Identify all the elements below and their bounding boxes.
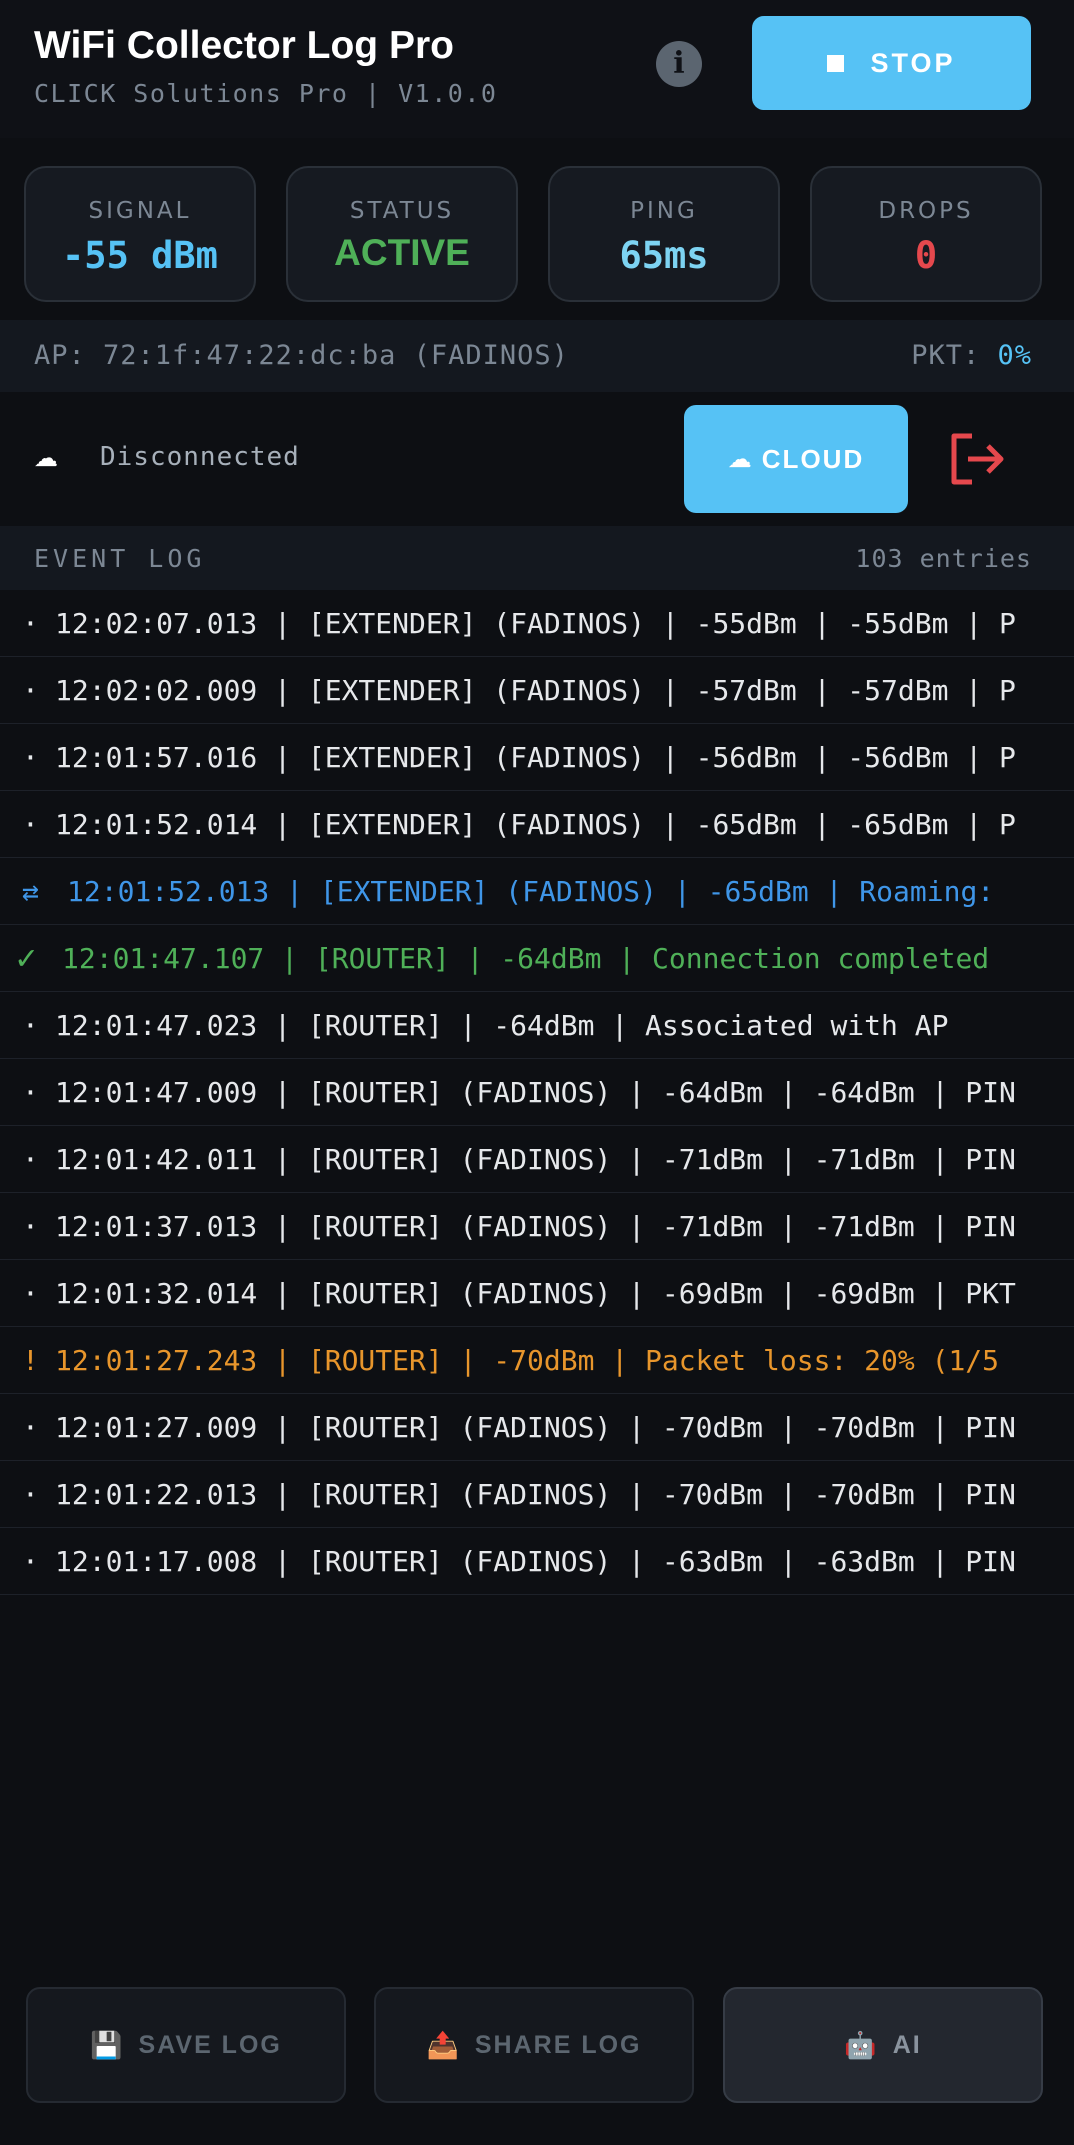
log-entry-marker: · <box>22 1143 39 1176</box>
ap-info-bar: AP: 72:1f:47:22:dc:ba (FADINOS) PKT: 0% <box>0 320 1074 392</box>
pkt-label: PKT: <box>911 340 981 371</box>
log-entry-marker: · <box>22 1076 39 1109</box>
log-entry: · 12:01:17.008 | [ROUTER] (FADINOS) | -63… <box>0 1528 1074 1595</box>
share-log-label: SHARE LOG <box>474 2030 642 2059</box>
share-log-button[interactable]: 📤 SHARE LOG <box>374 1987 694 2103</box>
save-log-label: SAVE LOG <box>138 2030 282 2059</box>
app-subtitle: CLICK Solutions Pro | V1.0.0 <box>34 79 498 108</box>
stats-panel: SIGNAL -55 dBm STATUS ACTIVE PING 65ms D… <box>0 138 1074 320</box>
log-entry-text: 12:01:42.011 | [ROUTER] (FADINOS) | -71d… <box>55 1143 1016 1176</box>
stop-icon <box>827 54 845 72</box>
log-entry-marker: · <box>22 674 39 707</box>
cloud-status: Disconnected <box>100 442 300 472</box>
log-entry: · 12:01:57.016 | [EXTENDER] (FADINOS) | -… <box>0 724 1074 791</box>
save-log-button[interactable]: 💾 SAVE LOG <box>26 1987 346 2103</box>
log-entry-marker: · <box>22 1277 39 1310</box>
signal-card: SIGNAL -55 dBm <box>24 166 256 302</box>
cloud-button-label: CLOUD <box>761 443 865 474</box>
log-entry-text: 12:01:17.008 | [ROUTER] (FADINOS) | -63d… <box>55 1545 1016 1578</box>
log-entry: ✓ 12:01:47.107 | [ROUTER] | -64dBm | Conn… <box>0 925 1074 992</box>
event-log-count: 103 entries <box>855 544 1032 573</box>
signal-label: SIGNAL <box>88 198 192 224</box>
signal-value: -55 dBm <box>62 234 218 277</box>
event-log-header: EVENT LOG 103 entries <box>0 526 1074 590</box>
event-log-title: EVENT LOG <box>34 544 206 573</box>
status-label: STATUS <box>349 198 455 224</box>
info-icon[interactable]: i <box>656 41 702 87</box>
log-entry-text: 12:01:27.009 | [ROUTER] (FADINOS) | -70d… <box>55 1411 1016 1444</box>
log-entry-marker: · <box>22 741 39 774</box>
floppy-disk-icon: 💾 <box>90 2029 125 2060</box>
log-entry-text: 12:01:57.016 | [EXTENDER] (FADINOS) | -5… <box>55 741 1016 774</box>
log-entry: · 12:02:07.013 | [EXTENDER] (FADINOS) | -… <box>0 590 1074 657</box>
bottom-action-bar: 💾 SAVE LOG 📤 SHARE LOG 🤖 AI <box>0 1960 1074 2145</box>
log-entry-text: 12:01:47.023 | [ROUTER] | -64dBm | Assoc… <box>55 1009 949 1042</box>
app-header: WiFi Collector Log Pro CLICK Solutions P… <box>0 0 1074 138</box>
cloud-button-icon: ☁ <box>727 445 754 473</box>
ap-address: AP: 72:1f:47:22:dc:ba (FADINOS) <box>34 340 569 371</box>
stop-button[interactable]: STOP <box>752 16 1031 110</box>
ping-label: PING <box>630 198 698 224</box>
app-title: WiFi Collector Log Pro <box>34 24 454 67</box>
log-entry-marker: · <box>22 808 39 841</box>
log-entry: · 12:01:22.013 | [ROUTER] (FADINOS) | -70… <box>0 1461 1074 1528</box>
log-entry-text: 12:02:07.013 | [EXTENDER] (FADINOS) | -5… <box>55 607 1016 640</box>
log-entry: ⇄ 12:01:52.013 | [EXTENDER] (FADINOS) | -… <box>0 858 1074 925</box>
log-entry: · 12:01:52.014 | [EXTENDER] (FADINOS) | -… <box>0 791 1074 858</box>
log-entry-text: 12:01:47.107 | [ROUTER] | -64dBm | Conne… <box>62 942 990 975</box>
log-entry-text: 12:01:37.013 | [ROUTER] (FADINOS) | -71d… <box>55 1210 1016 1243</box>
log-entry: ! 12:01:27.243 | [ROUTER] | -70dBm | Pack… <box>0 1327 1074 1394</box>
log-entry-text: 12:01:22.013 | [ROUTER] (FADINOS) | -70d… <box>55 1478 1016 1511</box>
log-entry: · 12:01:37.013 | [ROUTER] (FADINOS) | -71… <box>0 1193 1074 1260</box>
log-entry-marker: · <box>22 1411 39 1444</box>
cloud-button[interactable]: ☁ CLOUD <box>684 405 908 513</box>
stop-button-label: STOP <box>870 47 956 78</box>
drops-card: DROPS 0 <box>810 166 1042 302</box>
log-entry-marker: · <box>22 1210 39 1243</box>
status-card: STATUS ACTIVE <box>286 166 518 302</box>
log-entry-text: 12:01:32.014 | [ROUTER] (FADINOS) | -69d… <box>55 1277 1016 1310</box>
drops-value: 0 <box>914 234 938 277</box>
ping-card: PING 65ms <box>548 166 780 302</box>
log-entry-marker: · <box>22 1545 39 1578</box>
log-entry: · 12:01:47.009 | [ROUTER] (FADINOS) | -64… <box>0 1059 1074 1126</box>
log-entry-text: 12:01:52.013 | [EXTENDER] (FADINOS) | -6… <box>67 875 995 908</box>
log-entry: · 12:01:27.009 | [ROUTER] (FADINOS) | -70… <box>0 1394 1074 1461</box>
log-entry-marker: ✓ <box>16 938 37 978</box>
log-entry-marker: ⇄ <box>22 875 39 908</box>
log-entry-text: 12:02:02.009 | [EXTENDER] (FADINOS) | -5… <box>55 674 1016 707</box>
log-entry: · 12:01:42.011 | [ROUTER] (FADINOS) | -71… <box>0 1126 1074 1193</box>
status-value: ACTIVE <box>334 232 470 273</box>
event-log-list[interactable]: · 12:02:07.013 | [EXTENDER] (FADINOS) | -… <box>0 590 1074 1600</box>
log-entry-marker: · <box>22 1009 39 1042</box>
cloud-icon: ☁ <box>34 445 58 472</box>
log-entry-text: 12:01:27.243 | [ROUTER] | -70dBm | Packe… <box>55 1344 1000 1377</box>
outbox-tray-icon: 📤 <box>426 2029 461 2060</box>
log-entry: · 12:01:32.014 | [ROUTER] (FADINOS) | -69… <box>0 1260 1074 1327</box>
ai-label: AI <box>892 2030 922 2059</box>
logout-icon[interactable] <box>948 430 1008 488</box>
cloud-row: ☁ Disconnected ☁ CLOUD <box>0 392 1074 526</box>
log-entry-marker: · <box>22 607 39 640</box>
log-entry-text: 12:01:47.009 | [ROUTER] (FADINOS) | -64d… <box>55 1076 1016 1109</box>
ping-value: 65ms <box>619 234 709 277</box>
log-entry: · 12:02:02.009 | [EXTENDER] (FADINOS) | -… <box>0 657 1074 724</box>
ai-button[interactable]: 🤖 AI <box>723 1987 1043 2103</box>
log-entry: · 12:01:47.023 | [ROUTER] | -64dBm | Asso… <box>0 992 1074 1059</box>
robot-icon: 🤖 <box>844 2029 879 2060</box>
log-entry-marker: ! <box>22 1344 39 1377</box>
log-entry-text: 12:01:52.014 | [EXTENDER] (FADINOS) | -6… <box>55 808 1016 841</box>
pkt-value: 0% <box>997 340 1032 371</box>
log-entry-marker: · <box>22 1478 39 1511</box>
packet-loss: PKT: 0% <box>911 340 1032 371</box>
drops-label: DROPS <box>878 198 974 224</box>
